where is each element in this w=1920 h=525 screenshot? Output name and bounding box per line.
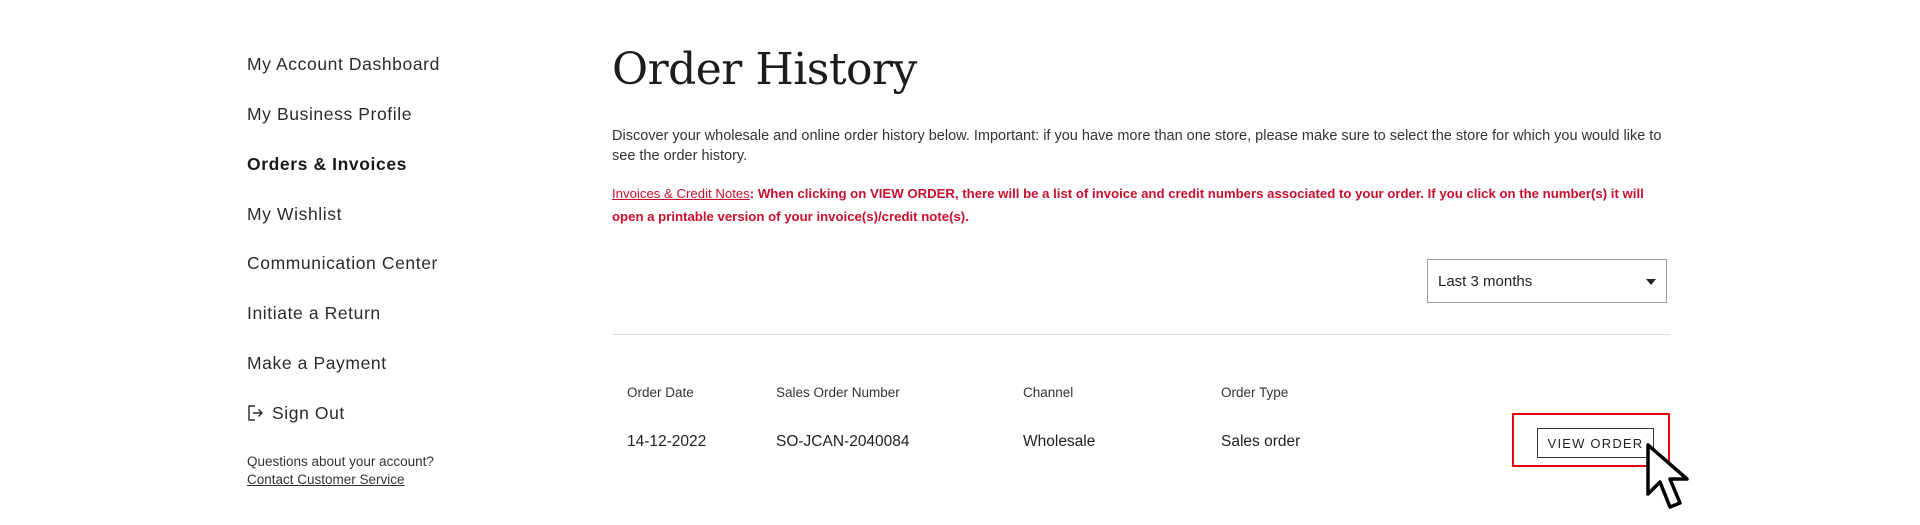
sign-out-label: Sign Out bbox=[272, 403, 345, 423]
sidebar-item-account-dashboard[interactable]: My Account Dashboard bbox=[247, 54, 440, 75]
help-text: Questions about your account? bbox=[247, 454, 434, 469]
col-header-sales-order-number: Sales Order Number bbox=[776, 385, 900, 400]
period-select[interactable]: Last 3 months bbox=[1427, 259, 1667, 303]
sales-order-number-cell: SO-JCAN-2040084 bbox=[776, 433, 910, 450]
divider bbox=[612, 334, 1670, 335]
notice-text: : When clicking on VIEW ORDER, there wil… bbox=[612, 186, 1644, 224]
sidebar-item-orders-invoices[interactable]: Orders & Invoices bbox=[247, 154, 407, 175]
view-order-button[interactable]: VIEW ORDER bbox=[1537, 428, 1654, 458]
page-title: Order History bbox=[612, 44, 917, 95]
contact-customer-service-link[interactable]: Contact Customer Service bbox=[247, 471, 405, 489]
sidebar-item-initiate-return[interactable]: Initiate a Return bbox=[247, 303, 381, 324]
order-type-cell: Sales order bbox=[1221, 433, 1301, 450]
sidebar-item-wishlist[interactable]: My Wishlist bbox=[247, 204, 342, 225]
chevron-down-icon bbox=[1646, 279, 1656, 285]
invoices-credit-notes-link[interactable]: Invoices & Credit Notes bbox=[612, 186, 750, 201]
mouse-cursor-icon bbox=[1646, 443, 1689, 509]
intro-text: Discover your wholesale and online order… bbox=[612, 128, 1662, 164]
sidebar-item-business-profile[interactable]: My Business Profile bbox=[247, 104, 412, 125]
sign-out-icon bbox=[247, 405, 264, 426]
invoice-notice: Invoices & Credit Notes: When clicking o… bbox=[612, 182, 1670, 228]
sidebar-item-sign-out[interactable]: Sign Out bbox=[247, 403, 345, 426]
col-header-order-type: Order Type bbox=[1221, 385, 1289, 400]
help-section: Questions about your account? Contact Cu… bbox=[247, 453, 434, 489]
sidebar-item-make-payment[interactable]: Make a Payment bbox=[247, 353, 387, 374]
sidebar-item-communication-center[interactable]: Communication Center bbox=[247, 253, 438, 274]
channel-cell: Wholesale bbox=[1023, 433, 1096, 450]
col-header-channel: Channel bbox=[1023, 385, 1074, 400]
col-header-order-date: Order Date bbox=[627, 385, 694, 400]
period-select-value: Last 3 months bbox=[1438, 273, 1533, 290]
order-date-cell: 14-12-2022 bbox=[627, 433, 707, 450]
